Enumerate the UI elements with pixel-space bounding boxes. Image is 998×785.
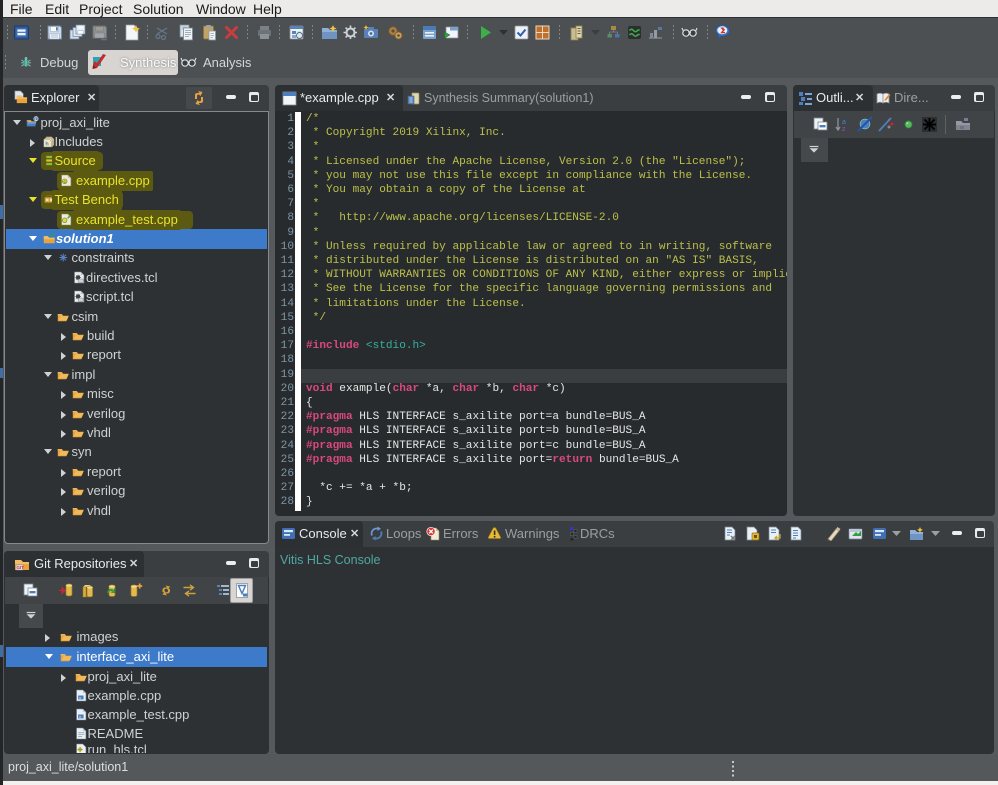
svg-text:c: c (79, 714, 81, 719)
svg-text:z: z (842, 126, 846, 133)
svg-text:a: a (842, 119, 846, 126)
svg-text:GIT: GIT (17, 565, 25, 570)
svg-text:c: c (79, 695, 81, 700)
svg-text:C: C (35, 116, 38, 121)
svg-text:h: h (45, 141, 48, 147)
